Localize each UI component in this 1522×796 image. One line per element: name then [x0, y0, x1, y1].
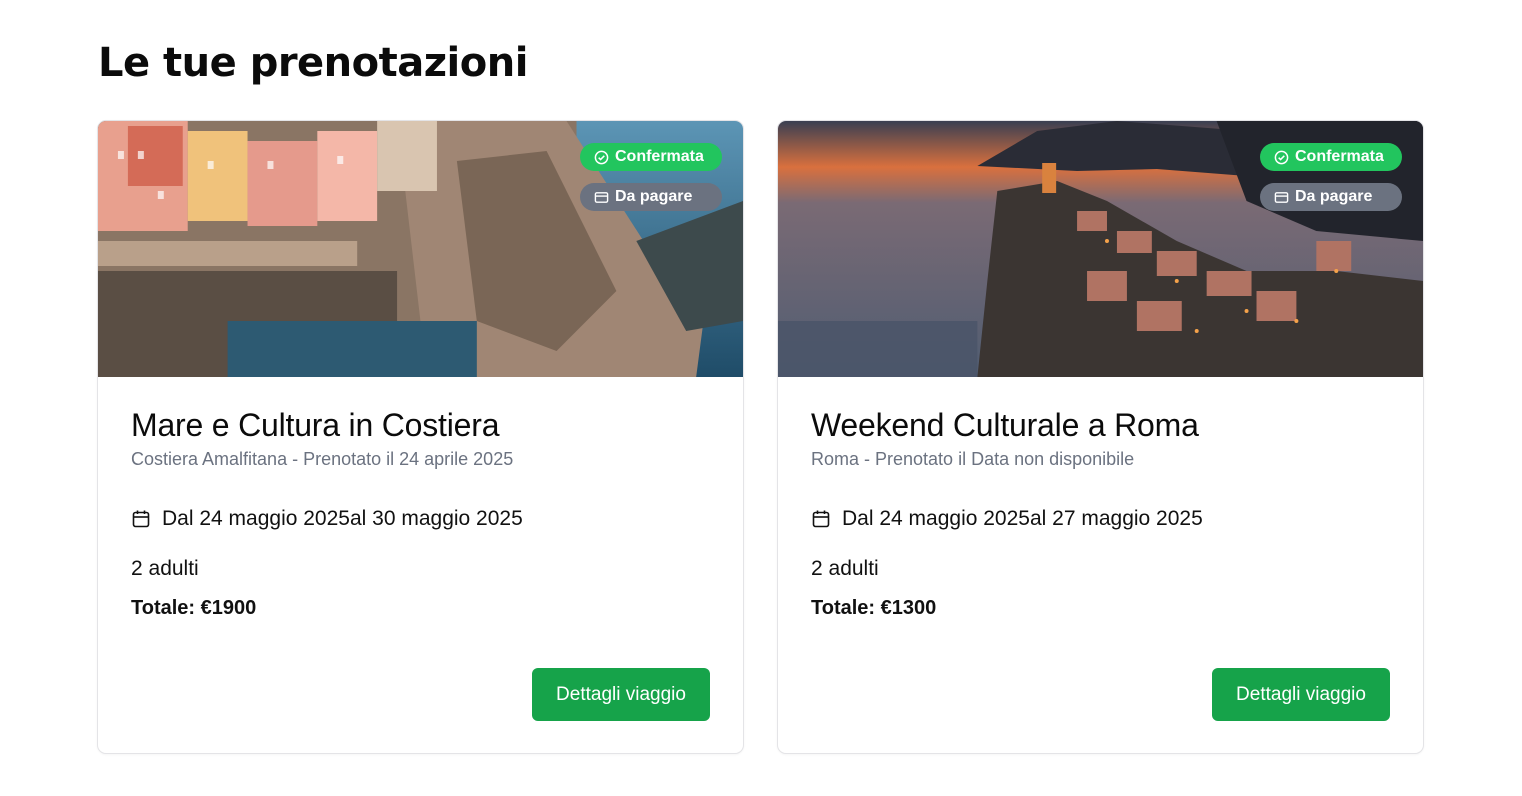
calendar-icon	[132, 510, 150, 528]
status-badge: Confermata	[580, 143, 722, 171]
trip-guests: 2 adulti	[131, 557, 199, 580]
trip-title: Mare e Cultura in Costiera	[131, 407, 500, 443]
status-badge-label: Confermata	[1295, 148, 1384, 165]
trip-subtitle: Roma - Prenotato il Data non disponibile	[811, 449, 1135, 469]
trip-title: Weekend Culturale a Roma	[811, 407, 1199, 443]
trip-total: Totale: €1900	[131, 597, 257, 619]
trip-subtitle: Costiera Amalfitana - Prenotato il 24 ap…	[131, 449, 514, 469]
trip-dates-label: Dal 24 maggio 2025al 30 maggio 2025	[162, 507, 523, 530]
trip-image: Confermata Da pagare	[778, 121, 1423, 377]
trip-total: Totale: €1300	[811, 597, 937, 619]
calendar-icon	[812, 510, 830, 528]
payment-badge: Da pagare	[1260, 183, 1402, 211]
trip-dates: Dal 24 maggio 2025al 27 maggio 2025	[811, 507, 1390, 531]
trip-dates-label: Dal 24 maggio 2025al 27 maggio 2025	[842, 507, 1203, 530]
page-title: Le tue prenotazioni	[98, 40, 528, 86]
trip-dates: Dal 24 maggio 2025al 30 maggio 2025	[131, 507, 710, 531]
bookings-list: Confermata Da pagare Mare e Cultura in C…	[97, 120, 1424, 754]
trip-details-button[interactable]: Dettagli viaggio	[1212, 668, 1390, 721]
status-badge: Confermata	[1260, 143, 1402, 171]
trip-guests: 2 adulti	[811, 557, 879, 580]
check-circle-icon	[594, 150, 609, 164]
payment-badge: Da pagare	[580, 183, 722, 211]
credit-card-icon	[1274, 191, 1289, 203]
booking-card: Confermata Da pagare Mare e Cultura in C…	[97, 120, 744, 754]
status-badge-label: Confermata	[615, 148, 704, 165]
payment-badge-label: Da pagare	[615, 188, 693, 205]
check-circle-icon	[1274, 150, 1289, 164]
booking-card: Confermata Da pagare Weekend Culturale a…	[777, 120, 1424, 754]
payment-badge-label: Da pagare	[1295, 188, 1373, 205]
trip-image: Confermata Da pagare	[98, 121, 743, 377]
trip-details-button[interactable]: Dettagli viaggio	[532, 668, 710, 721]
credit-card-icon	[594, 191, 609, 203]
